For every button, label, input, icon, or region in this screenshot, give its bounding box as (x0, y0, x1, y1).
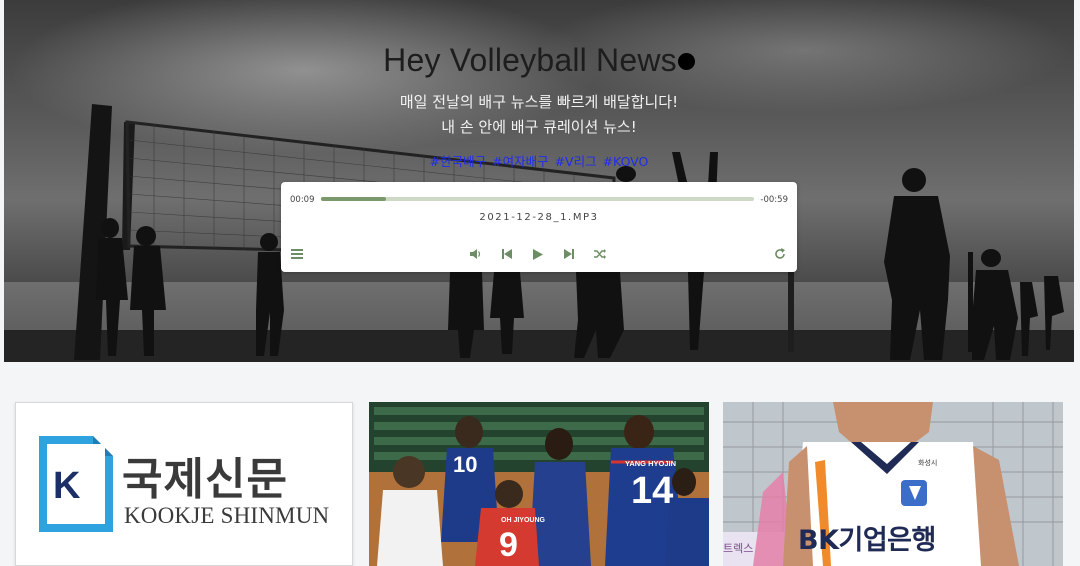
repeat-icon[interactable] (772, 246, 788, 262)
news-card-kookje[interactable]: K 국제신문 KOOKJE SHINMUN (15, 402, 353, 566)
title-dot-icon (677, 53, 695, 70)
page-title: Hey Volleyball News (4, 42, 1074, 79)
background-banner-text: 트렉스 (723, 542, 754, 555)
next-icon[interactable] (561, 246, 577, 262)
jersey-name: YANG HYOJIN (625, 459, 676, 468)
tag-link-korean-volleyball[interactable]: #한국배구 (430, 154, 486, 169)
jersey-number: 10 (453, 452, 478, 477)
remaining-time: -00:59 (760, 195, 788, 205)
play-icon[interactable] (530, 246, 546, 262)
publisher-name-ko: 국제신문 (122, 454, 288, 505)
sponsor-small-text: 화성시 (918, 459, 938, 467)
hero-subtitle-line1: 매일 전날의 배구 뉴스를 빠르게 배달합니다! (399, 93, 679, 111)
tag-link-womens-volleyball[interactable]: #여자배구 (492, 154, 548, 169)
progress-bar[interactable] (321, 197, 754, 201)
previous-icon[interactable] (499, 246, 515, 262)
tag-link-kovo[interactable]: #KOVO (603, 154, 649, 169)
volume-icon[interactable] (468, 246, 484, 262)
sponsor-text: BK기업은행 (798, 525, 936, 556)
news-card-team-photo[interactable]: 10 YANG HYOJIN 14 OH JIYOUNG 9 (369, 402, 709, 566)
tag-link-v-league[interactable]: #V리그 (555, 154, 597, 169)
hero-subtitle-line2: 내 손 안에 배구 큐레이션 뉴스! (441, 118, 637, 136)
jersey-number: 9 (499, 526, 518, 564)
progress-fill (321, 197, 386, 201)
hashtag-list: #한국배구 #여자배구 #V리그 #KOVO (4, 151, 1074, 170)
jersey-number: 14 (631, 470, 674, 512)
playlist-icon[interactable] (289, 246, 305, 262)
logo-letter: K (53, 465, 81, 507)
current-time: 00:09 (290, 195, 315, 205)
audio-player: 00:09 -00:59 2021-12-28_1.MP3 (281, 182, 797, 272)
jersey-name: OH JIYOUNG (501, 517, 545, 524)
news-card-player-photo[interactable]: 화성시 BK기업은행 트렉스 (723, 402, 1063, 566)
shuffle-icon[interactable] (592, 246, 608, 262)
track-filename: 2021-12-28_1.MP3 (479, 212, 599, 223)
kookje-logo-icon: K (39, 436, 113, 532)
hero-banner: Hey Volleyball News 매일 전날의 배구 뉴스를 빠르게 배달… (4, 0, 1074, 362)
publisher-name-en: KOOKJE SHINMUN (124, 503, 330, 528)
